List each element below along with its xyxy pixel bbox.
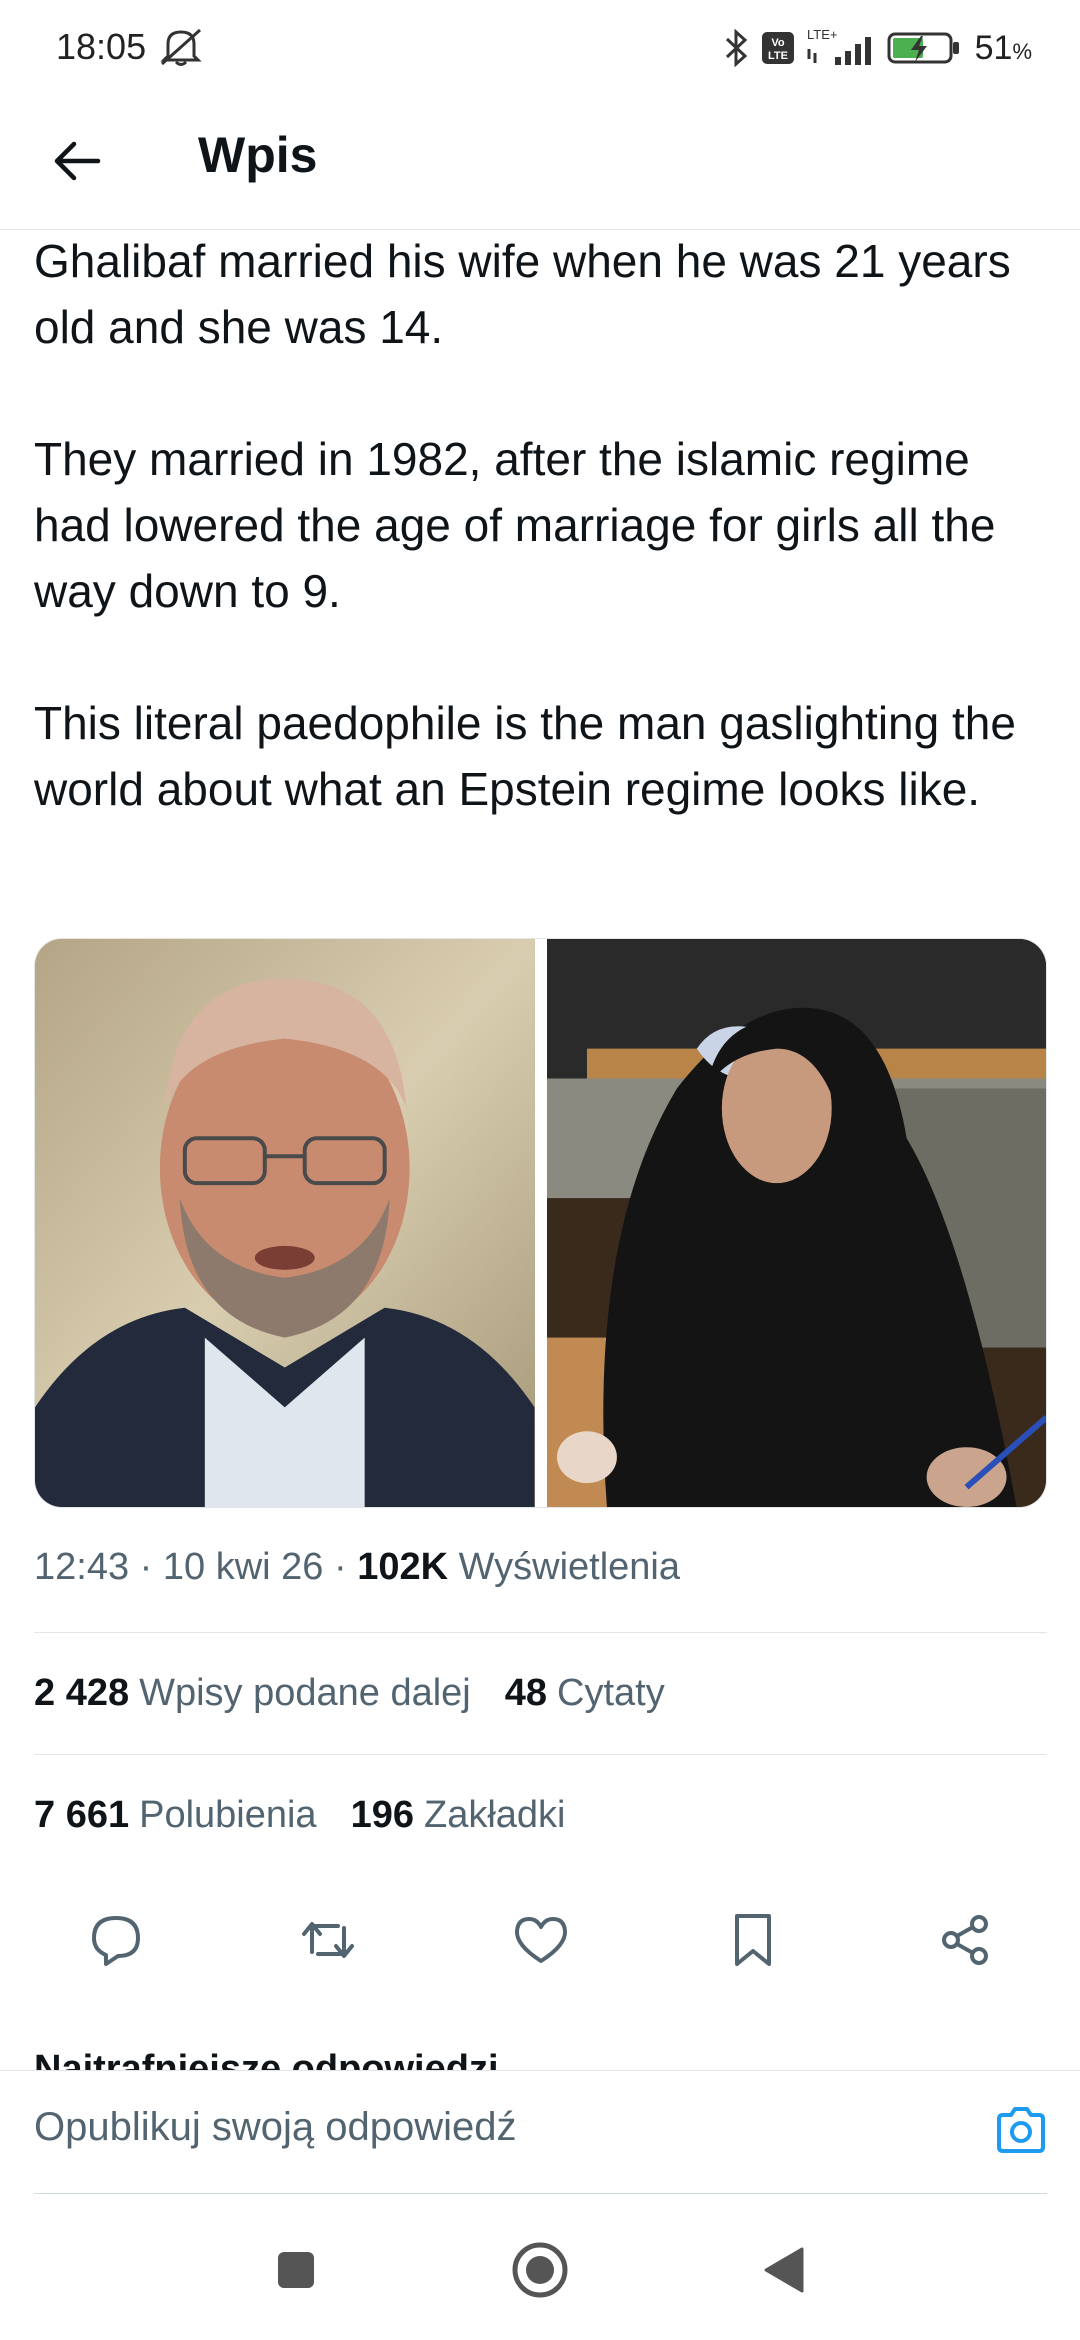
stats-row-likes: 7 661 Polubienia 196 Zakładki <box>34 1754 1047 1876</box>
meta-separator: · <box>323 1546 358 1588</box>
replies-sort-dropdown[interactable]: Najtrafniejsze odpowiedzi <box>34 2048 499 2070</box>
portrait-woman-image <box>546 939 1046 1507</box>
battery-percent: 51% <box>974 28 1032 67</box>
tweet-media <box>34 938 1047 1508</box>
quotes-stat[interactable]: 48 Cytaty <box>505 1672 665 1715</box>
square-icon <box>278 2252 314 2288</box>
views-count: 102K <box>357 1546 449 1588</box>
likes-stat[interactable]: 7 661 Polubienia <box>34 1794 317 1837</box>
views-label[interactable]: Wyświetlenia <box>459 1546 680 1588</box>
share-icon <box>942 1915 988 1965</box>
media-photo-man[interactable] <box>35 939 535 1507</box>
status-time: 18:05 <box>56 26 147 67</box>
like-button[interactable] <box>499 1898 583 1982</box>
reply-input[interactable]: Opublikuj swoją odpowiedź <box>34 2105 517 2150</box>
portrait-man-image <box>35 939 535 1507</box>
tweet-actions <box>34 1898 1047 1982</box>
reply-bubble-icon <box>92 1916 140 1966</box>
tweet-paragraph: Ghalibaf married his wife when he was 21… <box>34 235 1011 353</box>
svg-text:LTE+: LTE+ <box>807 27 837 42</box>
media-photo-woman[interactable] <box>546 939 1046 1507</box>
repost-icon <box>302 1922 355 1958</box>
arrow-left-icon <box>54 141 101 181</box>
share-button[interactable] <box>923 1898 1007 1982</box>
battery-icon <box>887 32 959 64</box>
reply-composer: Opublikuj swoją odpowiedź <box>0 2070 1080 2195</box>
repost-button[interactable] <box>286 1898 370 1982</box>
signal-icon: LTE+ <box>807 27 871 65</box>
home-button[interactable] <box>508 2238 572 2302</box>
svg-text:LTE: LTE <box>768 50 788 62</box>
mute-icon <box>160 28 202 66</box>
heart-icon <box>514 1917 567 1963</box>
bookmark-icon <box>734 1914 771 1966</box>
tweet-text: Ghalibaf married his wife when he was 21… <box>34 228 1054 822</box>
bookmark-button[interactable] <box>711 1898 795 1982</box>
bluetooth-icon <box>725 28 747 68</box>
status-bar: 18:05 Vo LTE LTE+ 51% <box>0 0 1080 96</box>
circle-icon <box>512 2242 568 2298</box>
status-icons: Vo LTE LTE+ 51% <box>721 24 1032 72</box>
bookmarks-stat[interactable]: 196 Zakładki <box>351 1794 566 1837</box>
stats-row-shares: 2 428 Wpisy podane dalej 48 Cytaty <box>34 1632 1047 1754</box>
tweet-paragraph: This literal paedophile is the man gasli… <box>34 697 1016 815</box>
reposts-stat[interactable]: 2 428 Wpisy podane dalej <box>34 1672 471 1715</box>
back-nav-button[interactable] <box>752 2238 816 2302</box>
svg-text:Vo: Vo <box>771 37 785 49</box>
meta-separator: · <box>129 1546 163 1588</box>
tweet-date: 10 kwi 26 <box>162 1546 324 1588</box>
top-app-bar: Wpis <box>0 96 1080 230</box>
camera-icon <box>997 2107 1045 2153</box>
triangle-back-icon <box>764 2247 804 2293</box>
tweet-meta: 12:43 · 10 kwi 26 · 102K Wyświetlenia <box>34 1546 680 1589</box>
tweet-time: 12:43 <box>34 1546 130 1588</box>
back-button[interactable] <box>40 124 114 198</box>
replies-sort-label: Najtrafniejsze odpowiedzi <box>34 2048 499 2070</box>
volte-icon: Vo LTE <box>761 32 794 64</box>
page-title: Wpis <box>198 127 318 183</box>
tweet-paragraph: They married in 1982, after the islamic … <box>34 433 996 617</box>
recents-button[interactable] <box>264 2238 328 2302</box>
reply-button[interactable] <box>74 1898 158 1982</box>
system-nav-bar <box>0 2194 1080 2340</box>
camera-button[interactable] <box>988 2097 1054 2163</box>
